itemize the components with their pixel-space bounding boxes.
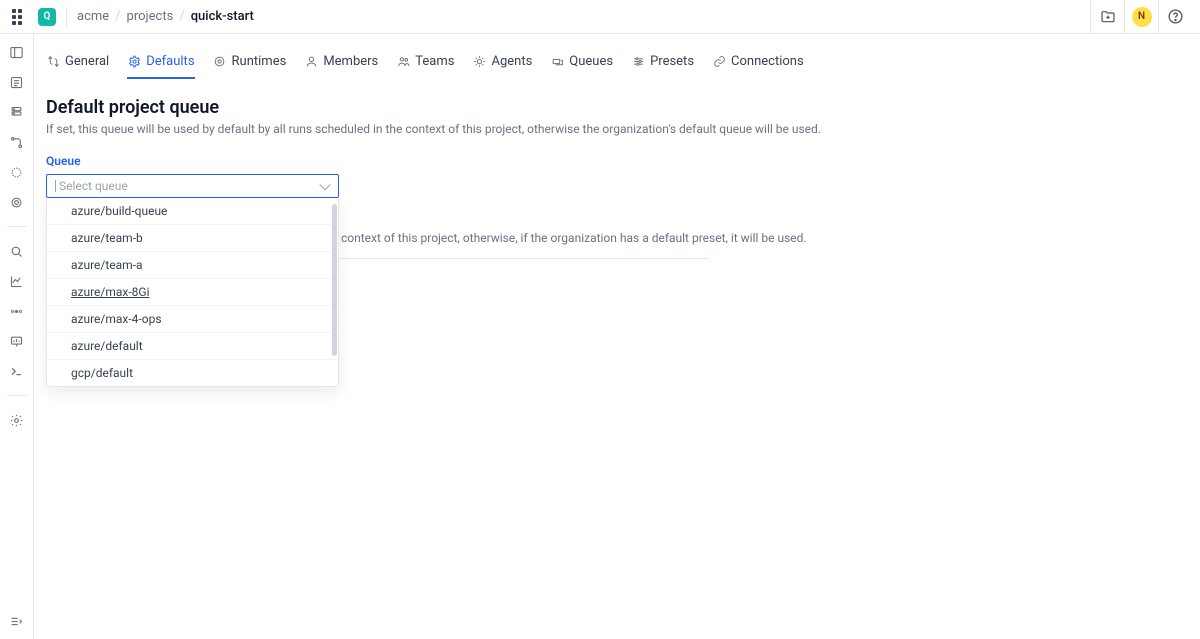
person-icon <box>304 55 318 69</box>
tab-label: Teams <box>415 54 454 69</box>
terminal-icon[interactable] <box>9 363 25 379</box>
project-chip[interactable]: Q <box>38 8 56 26</box>
tab-teams[interactable]: Teams <box>396 50 454 79</box>
general-icon <box>46 55 60 69</box>
search-icon[interactable] <box>9 243 25 259</box>
chart-icon[interactable] <box>9 273 25 289</box>
agent-icon <box>472 55 486 69</box>
tab-label: Queues <box>569 54 613 69</box>
sidebar-divider <box>7 395 27 396</box>
stack-icon[interactable] <box>9 104 25 120</box>
people-icon <box>396 55 410 69</box>
user-avatar[interactable]: N <box>1124 0 1158 34</box>
list-icon[interactable] <box>9 74 25 90</box>
breadcrumb-sep: / <box>179 9 184 24</box>
link-icon <box>712 55 726 69</box>
gear-icon[interactable] <box>9 412 25 428</box>
queue-option[interactable]: gcp/default <box>47 360 338 386</box>
target-icon <box>213 55 227 69</box>
queue-icon <box>550 55 564 69</box>
tab-queues[interactable]: Queues <box>550 50 613 79</box>
scrollbar[interactable] <box>332 204 337 356</box>
queue-option[interactable]: azure/team-a <box>47 252 338 279</box>
tab-presets[interactable]: Presets <box>631 50 694 79</box>
expand-icon[interactable] <box>9 613 25 629</box>
tab-label: Runtimes <box>232 54 287 69</box>
help-icon[interactable] <box>1158 0 1192 34</box>
presentation-icon[interactable] <box>9 333 25 349</box>
queue-option[interactable]: azure/default <box>47 333 338 360</box>
cube-icon[interactable] <box>9 164 25 180</box>
gear-icon <box>127 55 141 69</box>
tab-defaults[interactable]: Defaults <box>127 50 194 79</box>
tab-label: Defaults <box>146 54 194 69</box>
tab-label: Presets <box>650 54 694 69</box>
queue-option[interactable]: azure/team-b <box>47 225 338 252</box>
tab-members[interactable]: Members <box>304 50 378 79</box>
queue-option[interactable]: azure/max-4-ops <box>47 306 338 333</box>
tab-label: Connections <box>731 54 804 69</box>
breadcrumb-org[interactable]: acme <box>77 9 109 24</box>
tab-label: Members <box>323 54 378 69</box>
breadcrumb-sep: / <box>115 9 120 24</box>
sidebar <box>0 34 34 639</box>
broadcast-icon[interactable] <box>9 303 25 319</box>
tab-agents[interactable]: Agents <box>472 50 532 79</box>
queue-option[interactable]: azure/max-8Gi <box>47 279 338 306</box>
panel-icon[interactable] <box>9 44 25 60</box>
queue-select[interactable]: Select queue <box>46 174 339 198</box>
tab-label: General <box>65 54 109 69</box>
sliders-icon <box>631 55 645 69</box>
tab-label: Agents <box>491 54 532 69</box>
preset-description-partial: context of this project, otherwise, if t… <box>339 231 1188 245</box>
breadcrumb-section[interactable]: projects <box>127 9 174 24</box>
tab-general[interactable]: General <box>46 50 109 79</box>
page-description: If set, this queue will be used by defau… <box>46 122 1188 136</box>
queue-option[interactable]: azure/build-queue <box>47 198 338 225</box>
sidebar-divider <box>7 226 27 227</box>
queue-placeholder: Select queue <box>59 179 128 193</box>
tab-runtimes[interactable]: Runtimes <box>213 50 287 79</box>
breadcrumb-current: quick-start <box>191 9 254 24</box>
target-icon[interactable] <box>9 194 25 210</box>
page-title: Default project queue <box>46 97 1188 118</box>
divider <box>66 7 67 27</box>
queue-field-label: Queue <box>46 154 1188 168</box>
app-menu-icon[interactable] <box>12 9 28 25</box>
queue-dropdown: azure/build-queueazure/team-bazure/team-… <box>46 198 339 387</box>
flow-icon[interactable] <box>9 134 25 150</box>
avatar-initial: N <box>1132 7 1152 27</box>
tabs: General Defaults Runtimes Members Teams … <box>46 50 1188 79</box>
breadcrumb: acme / projects / quick-start <box>77 9 254 24</box>
folder-icon[interactable] <box>1090 0 1124 34</box>
text-cursor <box>55 180 56 192</box>
tab-connections[interactable]: Connections <box>712 50 804 79</box>
